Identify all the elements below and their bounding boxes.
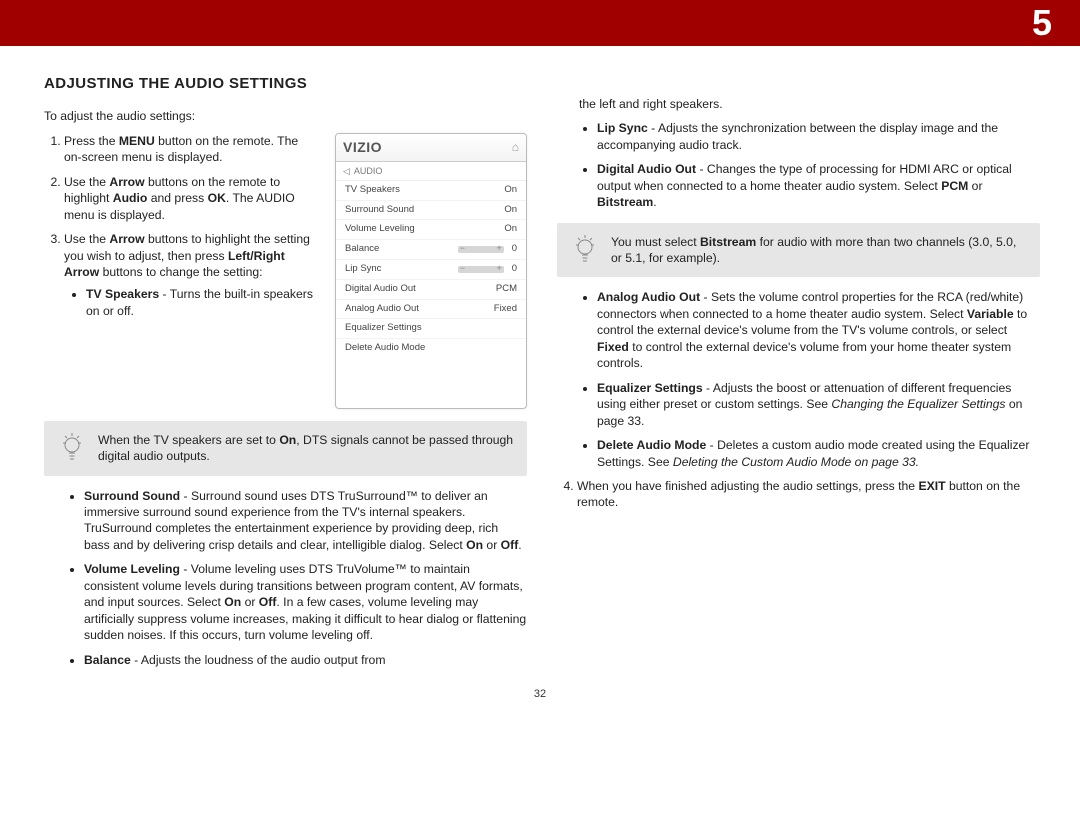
item-digital-audio-out: Digital Audio Out - Changes the type of … [597,161,1040,210]
lightbulb-icon [569,233,601,267]
osd-row: Equalizer Settings [336,319,526,339]
osd-row: Delete Audio Mode [336,339,526,358]
osd-row: Volume LevelingOn [336,220,526,240]
osd-breadcrumb: AUDIO [354,165,383,177]
section-title: ADJUSTING THE AUDIO SETTINGS [44,74,527,94]
item-volume-leveling: Volume Leveling - Volume leveling uses D… [84,561,527,643]
item-tv-speakers: TV Speakers - Turns the built-in speaker… [86,286,319,319]
chapter-number: 5 [1032,2,1052,44]
home-icon: ⌂ [512,139,519,155]
step-1: Press the MENU button on the remote. The… [64,133,319,166]
osd-brand: VIZIO [343,138,382,157]
item-analog-audio-out: Analog Audio Out - Sets the volume contr… [597,289,1040,371]
balance-continuation: the left and right speakers. [579,96,1040,112]
osd-row: TV SpeakersOn [336,181,526,201]
callout-dts: When the TV speakers are set to On, DTS … [44,421,527,475]
item-equalizer: Equalizer Settings - Adjusts the boost o… [597,380,1040,429]
chapter-topbar: 5 [0,0,1080,46]
right-column: the left and right speakers. Lip Sync - … [557,74,1040,676]
step-4: When you have finished adjusting the aud… [577,478,1040,511]
lightbulb-icon [56,431,88,465]
osd-row: Lip Sync0 [336,260,526,280]
osd-menu: VIZIO ⌂ ◁ AUDIO TV SpeakersOnSurround So… [335,133,527,409]
item-balance: Balance - Adjusts the loudness of the au… [84,652,527,668]
steps-list: Press the MENU button on the remote. The… [44,133,319,320]
osd-row: Analog Audio OutFixed [336,300,526,320]
item-delete-audio-mode: Delete Audio Mode - Deletes a custom aud… [597,437,1040,470]
osd-row: Digital Audio OutPCM [336,280,526,300]
osd-row: Surround SoundOn [336,201,526,221]
osd-row: Balance0 [336,240,526,260]
page-body: ADJUSTING THE AUDIO SETTINGS To adjust t… [0,46,1080,684]
page-number: 32 [0,688,1080,700]
callout-bitstream: You must select Bitstream for audio with… [557,223,1040,277]
step-3: Use the Arrow buttons to highlight the s… [64,231,319,319]
item-surround: Surround Sound - Surround sound uses DTS… [84,488,527,554]
left-column: ADJUSTING THE AUDIO SETTINGS To adjust t… [44,74,527,676]
step-2: Use the Arrow buttons on the remote to h… [64,174,319,223]
item-lip-sync: Lip Sync - Adjusts the synchronization b… [597,120,1040,153]
intro-text: To adjust the audio settings: [44,108,527,124]
back-icon: ◁ [343,165,350,177]
